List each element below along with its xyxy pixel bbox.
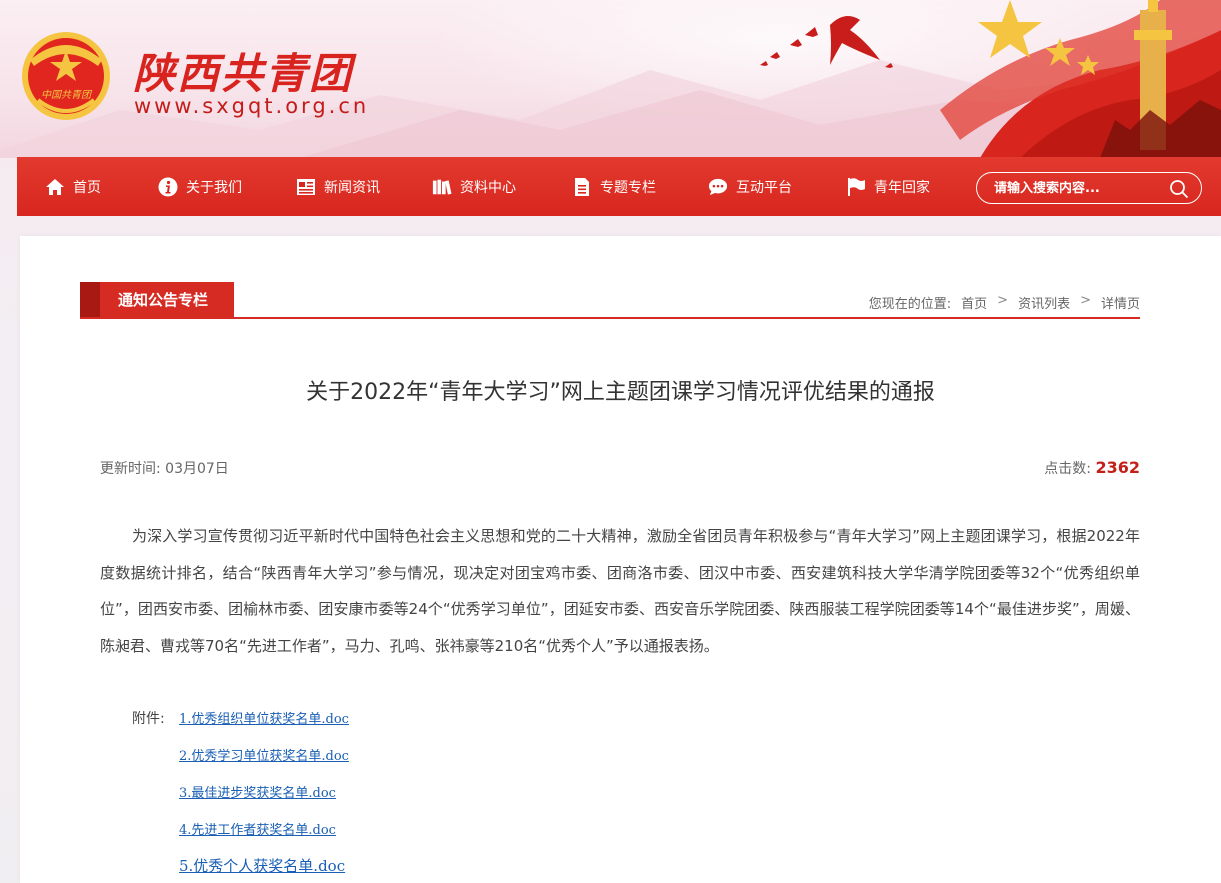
site-title: 陕西共青团 xyxy=(133,49,354,98)
nav-label-interaction: 互动平台 xyxy=(736,179,792,196)
content-panel: 通知公告专栏 您现在的位置: 首页 > 资讯列表 > 详情页 关于2022年“青… xyxy=(20,236,1221,883)
breadcrumb-list[interactable]: 资讯列表 xyxy=(1018,293,1070,312)
nav-item-interaction[interactable]: 互动平台 xyxy=(708,157,792,216)
nav-label-home: 首页 xyxy=(73,179,101,196)
svg-text:中国共青团: 中国共青团 xyxy=(41,89,93,101)
nav-item-topics[interactable]: 专题专栏 xyxy=(572,157,656,216)
attachment-link-5[interactable]: 5.优秀个人获奖名单.doc xyxy=(179,855,345,876)
update-time: 更新时间: 03月07日 xyxy=(100,458,229,478)
article-body: 为深入学习宣传贯彻习近平新时代中国特色社会主义思想和党的二十大精神，激励全省团员… xyxy=(100,527,1140,655)
site-url: www.sxgqt.org.cn xyxy=(134,94,370,118)
breadcrumb-separator: > xyxy=(1080,293,1091,308)
document-icon xyxy=(572,177,592,197)
attachment-row: 附件: 1.优秀组织单位获奖名单.doc xyxy=(132,699,349,736)
section-tab-label: 通知公告专栏 xyxy=(118,291,209,309)
nav-item-youth-home[interactable]: 青年回家 xyxy=(846,157,930,216)
header-banner: 中国共青团 陕西共青团 www.sxgqt.org.cn xyxy=(0,0,1221,158)
nav-item-home[interactable]: 首页 xyxy=(45,157,101,216)
search-icon[interactable] xyxy=(1169,179,1189,199)
books-icon xyxy=(432,177,452,197)
attachment-label: 附件: xyxy=(132,710,165,727)
flag-icon xyxy=(846,177,866,197)
breadcrumb-home[interactable]: 首页 xyxy=(961,293,987,312)
click-count: 点击数: 2362 xyxy=(1044,458,1140,478)
attachments-list: 附件: 1.优秀组织单位获奖名单.doc 2.优秀学习单位获奖名单.doc 3.… xyxy=(132,699,349,883)
nav-label-about: 关于我们 xyxy=(186,179,242,196)
click-count-label: 点击数: xyxy=(1044,461,1092,477)
nav-item-resources[interactable]: 资料中心 xyxy=(432,157,516,216)
league-emblem-logo: 中国共青团 xyxy=(22,32,110,120)
attachment-row: 3.最佳进步奖获奖名单.doc xyxy=(132,773,349,810)
nav-item-news[interactable]: 新闻资讯 xyxy=(296,157,380,216)
section-header: 通知公告专栏 您现在的位置: 首页 > 资讯列表 > 详情页 xyxy=(80,282,1140,319)
attachment-link-2[interactable]: 2.优秀学习单位获奖名单.doc xyxy=(179,745,349,764)
attachment-row: 2.优秀学习单位获奖名单.doc xyxy=(132,736,349,773)
news-icon xyxy=(296,177,316,197)
attachment-link-1[interactable]: 1.优秀组织单位获奖名单.doc xyxy=(179,708,349,727)
nav-label-resources: 资料中心 xyxy=(460,179,516,196)
click-count-value: 2362 xyxy=(1095,458,1140,477)
breadcrumb-separator: > xyxy=(997,293,1009,308)
search-input[interactable] xyxy=(994,180,1164,196)
update-time-label: 更新时间: xyxy=(100,461,161,477)
update-time-value: 03月07日 xyxy=(165,461,229,477)
info-icon xyxy=(158,177,178,197)
dove-birds-decoration xyxy=(760,16,893,68)
home-icon xyxy=(45,177,65,197)
nav-label-youth-home: 青年回家 xyxy=(874,179,930,196)
breadcrumb: 您现在的位置: 首页 > 资讯列表 > 详情页 xyxy=(869,293,1140,312)
nav-label-topics: 专题专栏 xyxy=(600,179,656,196)
attachment-link-3[interactable]: 3.最佳进步奖获奖名单.doc xyxy=(179,782,336,801)
flag-star-decoration xyxy=(940,0,1221,158)
attachment-row: 4.先进工作者获奖名单.doc xyxy=(132,810,349,847)
nav-label-news: 新闻资讯 xyxy=(324,179,380,196)
breadcrumb-prefix: 您现在的位置: xyxy=(868,297,952,312)
attachment-row: 5.优秀个人获奖名单.doc xyxy=(132,847,349,883)
main-nav: 首页 关于我们 新闻资讯 资料中心 专题专栏 互动平台 青年回家 xyxy=(17,157,1221,216)
attachment-link-4[interactable]: 4.先进工作者获奖名单.doc xyxy=(179,819,336,838)
breadcrumb-detail: 详情页 xyxy=(1100,297,1140,312)
section-tab: 通知公告专栏 xyxy=(80,282,234,317)
article-title: 关于2022年“青年大学习”网上主题团课学习情况评优结果的通报 xyxy=(306,380,935,405)
search-box xyxy=(976,172,1202,204)
nav-item-about[interactable]: 关于我们 xyxy=(158,157,242,216)
chat-icon xyxy=(708,177,728,197)
